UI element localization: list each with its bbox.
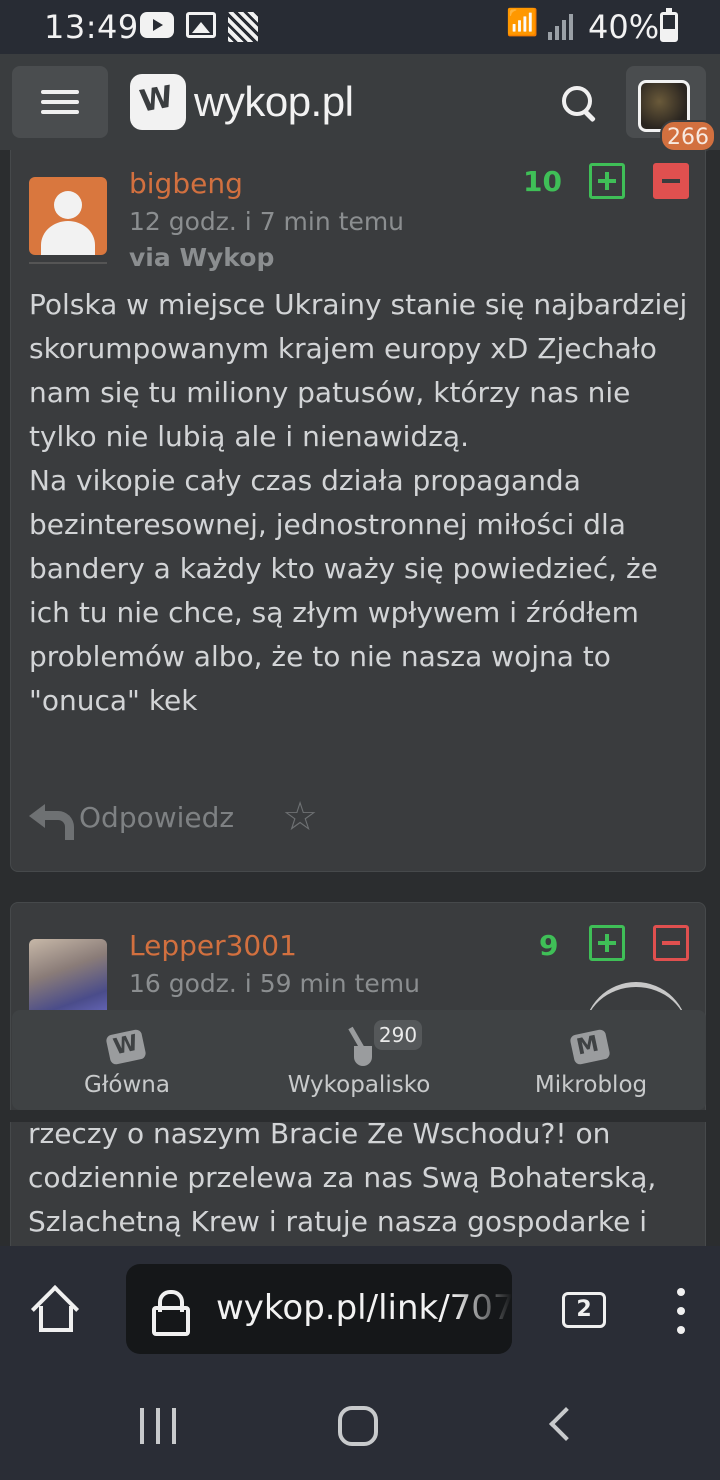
tab-label: Główna (84, 1072, 170, 1098)
wykop-logo-icon (130, 74, 186, 130)
comments-list: bigbeng 12 godz. i 7 min temu via Wykop … (0, 150, 720, 1246)
comment-body-continued: rzeczy o naszym Bracie Ze Wschodu?! on c… (28, 1117, 657, 1238)
wykop-icon (105, 1028, 147, 1066)
user-avatar[interactable] (29, 177, 107, 255)
notification-badge[interactable]: 266 (660, 120, 716, 152)
upvote-button[interactable] (589, 925, 625, 961)
mikroblog-icon (569, 1028, 611, 1066)
tab-count-badge: 290 (374, 1020, 422, 1050)
gallery-icon (186, 12, 216, 38)
user-avatar[interactable] (29, 939, 107, 1017)
browser-toolbar: wykop.pl/link/707 2 (0, 1246, 720, 1376)
lock-icon[interactable] (152, 1290, 190, 1336)
app-header: wykop.pl 266 (0, 54, 720, 152)
more-options-icon[interactable] (676, 1286, 686, 1336)
comment-time[interactable]: 16 godz. i 59 min temu (129, 969, 420, 998)
status-bar: 13:49 📶 40% (0, 0, 720, 54)
comment-body: Polska w miejsce Ukrainy stanie się najb… (29, 288, 688, 717)
comment-score: 9 (539, 929, 559, 962)
system-nav-bar (0, 1376, 720, 1480)
comment-score: 10 (523, 165, 562, 198)
reply-button[interactable]: Odpowiedz (79, 801, 234, 834)
reply-icon[interactable] (29, 802, 74, 840)
site-name: wykop.pl (194, 78, 354, 125)
tab-wykopalisko[interactable]: 290 Wykopalisko (244, 1010, 474, 1110)
recents-icon[interactable] (138, 1408, 178, 1444)
back-icon[interactable] (548, 1410, 576, 1442)
comment-author[interactable]: Lepper3001 (129, 929, 297, 962)
wifi-icon: 📶 (506, 8, 539, 38)
tab-mikroblog[interactable]: Mikroblog (476, 1010, 706, 1110)
comment-actions: Odpowiedz ☆ (29, 795, 318, 840)
home-nav-icon[interactable] (338, 1406, 378, 1446)
menu-button[interactable] (12, 66, 108, 138)
comment-card: bigbeng 12 godz. i 7 min temu via Wykop … (10, 150, 706, 872)
search-icon[interactable] (560, 84, 600, 124)
upvote-button[interactable] (589, 163, 625, 199)
battery-level: 40% (588, 8, 660, 46)
downvote-button[interactable] (653, 925, 689, 961)
app-notification-icon (228, 12, 258, 42)
battery-icon (660, 8, 678, 42)
comment-author[interactable]: bigbeng (129, 167, 243, 200)
tab-label: Wykopalisko (287, 1072, 431, 1098)
signal-icon (548, 14, 574, 40)
comment-source: via Wykop (129, 243, 275, 272)
status-time: 13:49 (44, 8, 139, 46)
downvote-button[interactable] (653, 163, 689, 199)
comment-time[interactable]: 12 godz. i 7 min temu (129, 207, 404, 236)
home-icon[interactable] (32, 1288, 76, 1332)
section-tabs: Główna 290 Wykopalisko Mikroblog (12, 1010, 706, 1110)
tab-label: Mikroblog (534, 1072, 648, 1098)
tabs-button[interactable]: 2 (562, 1292, 606, 1328)
youtube-icon (140, 12, 174, 38)
site-logo[interactable]: wykop.pl (130, 72, 354, 132)
star-icon[interactable]: ☆ (282, 795, 318, 839)
address-bar[interactable]: wykop.pl/link/707 (126, 1264, 512, 1354)
shovel-icon (344, 1028, 374, 1068)
tab-glowna[interactable]: Główna (12, 1010, 242, 1110)
